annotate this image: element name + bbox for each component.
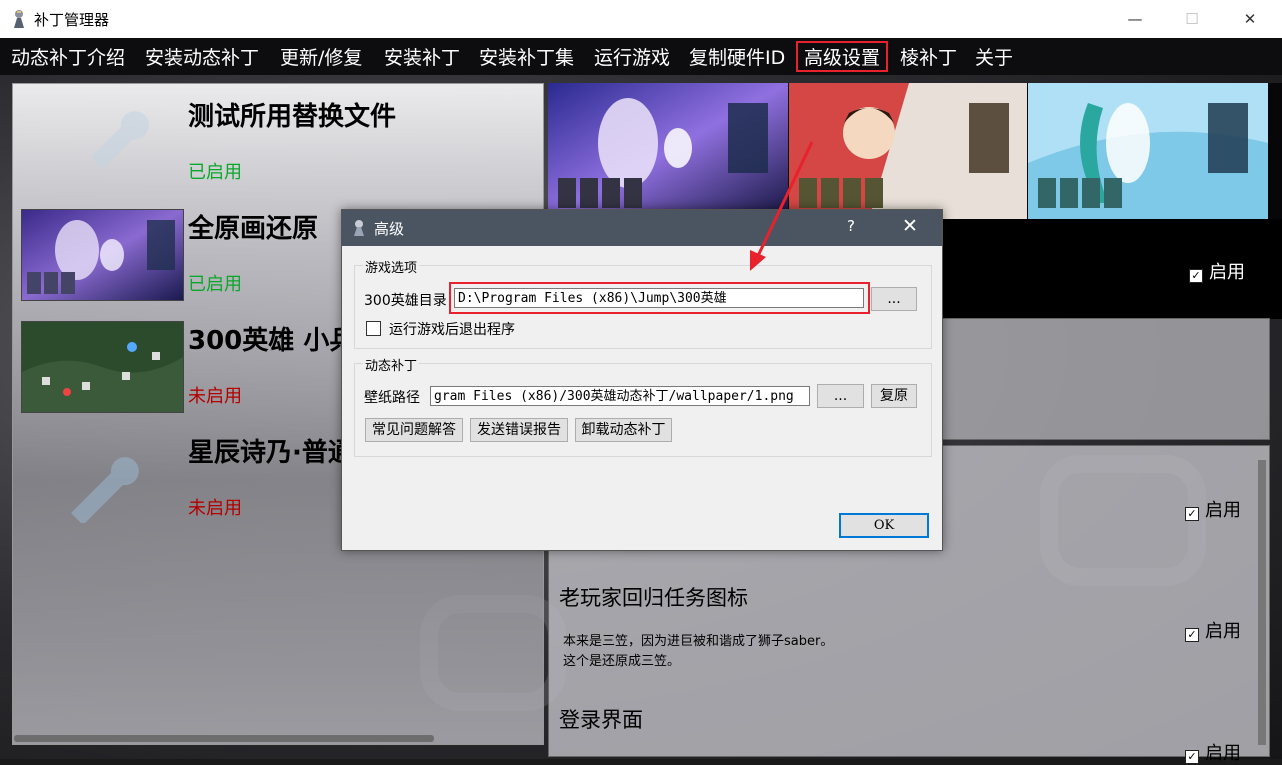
wallpaper-path-input[interactable]: gram Files (x86)/300英雄动态补丁/wallpaper/1.p… — [430, 386, 810, 406]
dialog-titlebar: 高级 ? ✕ — [342, 210, 942, 246]
enable-checkbox[interactable]: ✓ 启用 — [1185, 739, 1241, 765]
enable-checkbox[interactable]: ✓ 启用 — [1185, 496, 1241, 522]
dialog-title: 高级 — [374, 220, 405, 238]
menu-bar: 动态补丁介绍 安装动态补丁 更新/修复 安装补丁 安装补丁集 运行游戏 复制硬件… — [0, 38, 1282, 75]
patch-thumbnail — [21, 209, 184, 301]
patch-title: 测试所用替换文件 — [188, 102, 397, 132]
window-title: 补丁管理器 — [34, 11, 110, 29]
wrench-icon — [91, 111, 149, 169]
enable-checkbox[interactable]: ✓ 启用 — [1185, 617, 1241, 643]
menu-copy-hardware-id[interactable]: 复制硬件ID — [689, 43, 785, 70]
window-titlebar: 补丁管理器 — ☐ ✕ — [0, 0, 1282, 38]
patch-title: 星辰诗乃·普通 — [188, 438, 354, 468]
checkbox-checked-icon: ✓ — [1185, 507, 1199, 521]
minimize-button[interactable]: — — [1123, 8, 1147, 30]
dynamic-patch-group — [354, 363, 932, 457]
advanced-dialog: 高级 ? ✕ 游戏选项 300英雄目录 D:\Program Files (x8… — [341, 209, 943, 551]
detail-title: 登录界面 — [559, 708, 643, 732]
patch-title: 300英雄 小兵 — [188, 326, 356, 356]
checkbox-checked-icon: ✓ — [1185, 628, 1199, 642]
patch-title: 全原画还原 — [188, 214, 319, 244]
checkbox-checked-icon: ✓ — [1185, 750, 1199, 764]
patch-status: 已启用 — [188, 162, 242, 183]
enable-checkbox[interactable]: ✓ 启用 — [1189, 258, 1245, 284]
menu-prism-patch[interactable]: 棱补丁 — [900, 43, 957, 70]
patch-status: 已启用 — [188, 274, 242, 295]
game-dir-browse-button[interactable]: ... — [871, 287, 917, 311]
group-label: 游戏选项 — [363, 257, 420, 276]
vertical-scrollbar[interactable] — [1258, 460, 1266, 745]
send-error-report-button[interactable]: 发送错误报告 — [470, 418, 568, 442]
exit-after-run-checkbox[interactable]: 运行游戏后退出程序 — [366, 319, 515, 339]
menu-dynamic-patch-intro[interactable]: 动态补丁介绍 — [11, 43, 125, 70]
patch-thumbnail — [21, 321, 184, 413]
detail-description: 这个是还原成三笠。 — [563, 654, 681, 669]
preview-image — [1028, 83, 1268, 219]
help-button[interactable]: ? — [847, 217, 855, 235]
dialog-close-button[interactable]: ✕ — [902, 215, 918, 237]
maximize-button[interactable]: ☐ — [1180, 8, 1204, 30]
preview-strip — [548, 83, 1282, 219]
detail-description: 本来是三笠，因为进巨被和谐成了狮子saber。 — [563, 634, 834, 649]
uninstall-dynamic-patch-button[interactable]: 卸载动态补丁 — [575, 418, 672, 442]
detail-title: 老玩家回归任务图标 — [559, 586, 748, 610]
ok-button[interactable]: OK — [839, 513, 929, 538]
patch-status: 未启用 — [188, 386, 242, 407]
menu-update-repair[interactable]: 更新/修复 — [280, 43, 362, 70]
group-label: 动态补丁 — [363, 355, 420, 374]
patch-row[interactable]: 测试所用替换文件 已启用 — [13, 84, 543, 196]
highlight-box — [449, 282, 870, 314]
menu-install-patch-set[interactable]: 安装补丁集 — [479, 43, 574, 70]
faq-button[interactable]: 常见问题解答 — [365, 418, 463, 442]
menu-advanced-settings[interactable]: 高级设置 — [796, 41, 889, 72]
preview-image — [789, 83, 1027, 219]
checkbox-unchecked-icon — [366, 321, 381, 336]
menu-run-game[interactable]: 运行游戏 — [594, 43, 670, 70]
game-dir-label: 300英雄目录 — [364, 293, 447, 309]
close-button[interactable]: ✕ — [1238, 8, 1262, 30]
checkbox-checked-icon: ✓ — [1189, 269, 1203, 283]
horizontal-scrollbar[interactable] — [14, 735, 434, 742]
app-icon — [354, 220, 364, 236]
menu-install-dynamic-patch[interactable]: 安装动态补丁 — [145, 43, 259, 70]
menu-about[interactable]: 关于 — [975, 43, 1013, 70]
menu-install-patch[interactable]: 安装补丁 — [384, 43, 460, 70]
preview-image — [548, 83, 788, 219]
restore-button[interactable]: 复原 — [871, 384, 917, 408]
wallpaper-browse-button[interactable]: ... — [817, 384, 864, 408]
app-icon — [14, 10, 24, 28]
patch-status: 未启用 — [188, 498, 242, 519]
wallpaper-label: 壁纸路径 — [364, 390, 420, 406]
wrench-icon — [71, 457, 139, 523]
